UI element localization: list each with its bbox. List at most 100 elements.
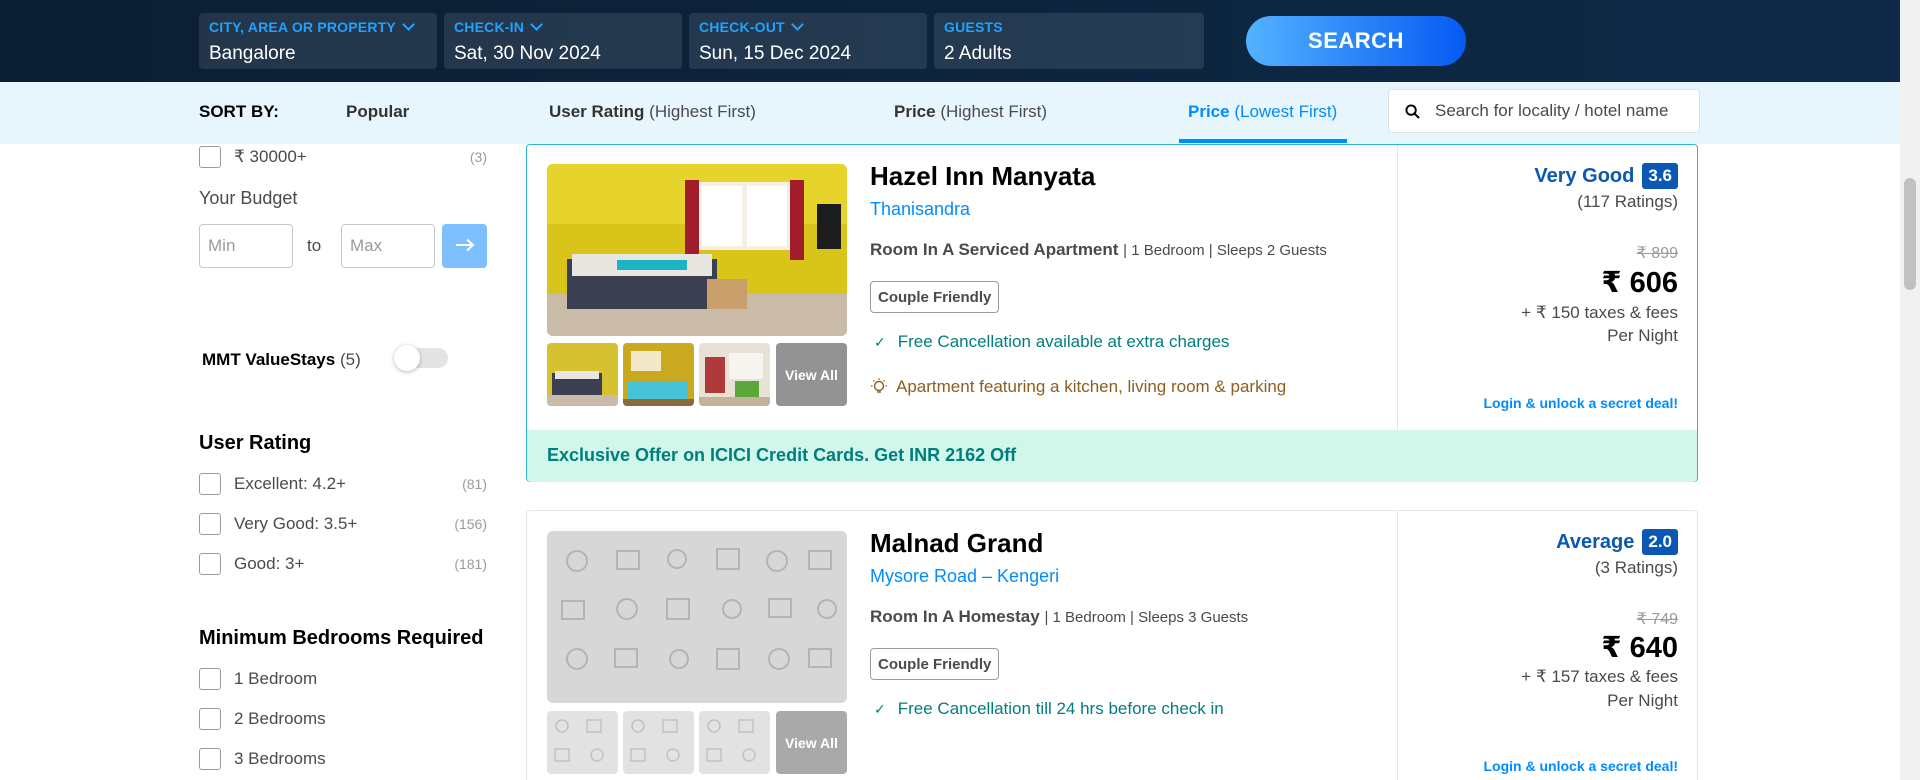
rating-count: (3 Ratings) bbox=[1594, 558, 1678, 577]
sort-price-high[interactable]: Price (Highest First) bbox=[894, 102, 1047, 122]
active-sort-indicator bbox=[1179, 139, 1347, 143]
hotel-name[interactable]: Malnad Grand bbox=[870, 528, 1043, 559]
sort-popular[interactable]: Popular bbox=[346, 102, 409, 122]
rating-text: Very Good bbox=[1534, 164, 1635, 187]
per-night-label: Per Night bbox=[1607, 326, 1678, 345]
hotel-location-link[interactable]: Mysore Road – Kengeri bbox=[870, 566, 1059, 587]
hotel-main-photo[interactable] bbox=[547, 164, 847, 336]
filter-rating-very-good[interactable]: Very Good: 3.5+ (156) bbox=[199, 513, 487, 535]
page-scrollbar[interactable] bbox=[1900, 0, 1920, 780]
sort-user-rating[interactable]: User Rating (Highest First) bbox=[549, 102, 756, 122]
bedrooms-title: Minimum Bedrooms Required bbox=[199, 627, 484, 649]
rating-count: (117 Ratings) bbox=[1577, 192, 1678, 211]
search-header: CITY, AREA OR PROPERTY Bangalore CHECK-I… bbox=[0, 0, 1900, 82]
checkout-value: Sun, 15 Dec 2024 bbox=[699, 43, 852, 64]
locality-search-box bbox=[1388, 89, 1700, 133]
hotel-thumbnail-placeholder[interactable] bbox=[623, 711, 694, 774]
original-price: ₹ 749 bbox=[1636, 611, 1678, 628]
rating-row: Very Good 3.6 bbox=[1534, 163, 1678, 189]
user-rating-title: User Rating bbox=[199, 432, 312, 454]
property-highlight: Apartment featuring a kitchen, living ro… bbox=[870, 377, 1286, 397]
checkbox[interactable] bbox=[199, 553, 221, 575]
chevron-down-icon bbox=[530, 18, 543, 31]
original-price: ₹ 899 bbox=[1636, 245, 1678, 262]
search-button[interactable]: SEARCH bbox=[1246, 16, 1466, 66]
checkin-field[interactable]: CHECK-IN Sat, 30 Nov 2024 bbox=[444, 13, 682, 69]
check-icon: ✓ bbox=[874, 700, 886, 717]
filter-rating-good[interactable]: Good: 3+ (181) bbox=[199, 553, 487, 575]
budget-apply-button[interactable] bbox=[442, 224, 487, 268]
rating-badge: 3.6 bbox=[1642, 163, 1678, 189]
guests-field[interactable]: GUESTS 2 Adults bbox=[934, 13, 1204, 69]
checkbox[interactable] bbox=[199, 473, 221, 495]
checkbox[interactable] bbox=[199, 748, 221, 770]
cancellation-feature: ✓ Free Cancellation till 24 hrs before ch… bbox=[874, 699, 1224, 718]
cancellation-feature: ✓ Free Cancellation available at extra ch… bbox=[874, 332, 1230, 351]
room-details: | 1 Bedroom | Sleeps 3 Guests bbox=[1044, 609, 1249, 626]
price-section: Average 2.0 (3 Ratings) ₹ 749 ₹ 640 + ₹ … bbox=[1398, 511, 1698, 780]
filter-price-30000[interactable]: ₹ 30000+ (3) bbox=[199, 146, 487, 168]
checkbox[interactable] bbox=[199, 668, 221, 690]
per-night-label: Per Night bbox=[1607, 691, 1678, 710]
chevron-down-icon bbox=[402, 18, 415, 31]
rating-row: Average 2.0 bbox=[1556, 529, 1678, 555]
search-icon bbox=[1405, 104, 1420, 119]
sort-by-label: SORT BY: bbox=[199, 102, 279, 121]
hotel-card[interactable]: View All Hazel Inn Manyata Thanisandra R… bbox=[526, 144, 1698, 482]
checkbox[interactable] bbox=[199, 513, 221, 535]
view-all-photos-button[interactable]: View All bbox=[776, 343, 847, 406]
rating-badge: 2.0 bbox=[1642, 529, 1678, 555]
discounted-price: ₹ 606 bbox=[1601, 267, 1678, 299]
chevron-down-icon bbox=[790, 18, 804, 31]
filter-bedrooms-2[interactable]: 2 Bedrooms bbox=[199, 708, 487, 730]
city-label: CITY, AREA OR PROPERTY bbox=[209, 19, 396, 35]
hotel-name[interactable]: Hazel Inn Manyata bbox=[870, 161, 1095, 192]
room-details: | 1 Bedroom | Sleeps 2 Guests bbox=[1123, 242, 1327, 259]
hotel-thumbnail[interactable] bbox=[547, 343, 618, 406]
mmt-valuestays-label: MMT ValueStays (5) bbox=[202, 350, 361, 369]
mmt-valuestays-toggle[interactable] bbox=[394, 345, 448, 371]
hotel-main-photo-placeholder[interactable] bbox=[547, 531, 847, 703]
room-type: Room In A Serviced Apartment | 1 Bedroom… bbox=[870, 240, 1327, 259]
rating-text: Average bbox=[1556, 530, 1635, 553]
discounted-price: ₹ 640 bbox=[1601, 632, 1678, 664]
taxes-fees: + ₹ 157 taxes & fees bbox=[1521, 667, 1678, 686]
filter-bedrooms-1[interactable]: 1 Bedroom bbox=[199, 668, 487, 690]
guests-label: GUESTS bbox=[944, 19, 1003, 35]
toggle-knob bbox=[394, 345, 420, 371]
locality-search-input[interactable] bbox=[1435, 90, 1695, 132]
couple-friendly-tag: Couple Friendly bbox=[870, 281, 1000, 313]
hotel-location-link[interactable]: Thanisandra bbox=[870, 199, 970, 220]
checkout-label: CHECK-OUT bbox=[699, 19, 785, 35]
checkbox[interactable] bbox=[199, 146, 221, 168]
login-deal-link[interactable]: Login & unlock a secret deal! bbox=[1484, 758, 1679, 774]
budget-max-input[interactable] bbox=[341, 224, 435, 268]
checkin-value: Sat, 30 Nov 2024 bbox=[454, 43, 601, 64]
filter-rating-excellent[interactable]: Excellent: 4.2+ (81) bbox=[199, 473, 487, 495]
checkin-label: CHECK-IN bbox=[454, 19, 525, 35]
login-deal-link[interactable]: Login & unlock a secret deal! bbox=[1484, 395, 1679, 411]
city-value: Bangalore bbox=[209, 43, 296, 64]
lightbulb-icon bbox=[871, 378, 887, 393]
exclusive-offer-banner[interactable]: Exclusive Offer on ICICI Credit Cards. G… bbox=[527, 430, 1697, 482]
city-field[interactable]: CITY, AREA OR PROPERTY Bangalore bbox=[199, 13, 437, 69]
room-type: Room In A Homestay | 1 Bedroom | Sleeps … bbox=[870, 607, 1249, 626]
hotel-thumbnail-placeholder[interactable] bbox=[699, 711, 770, 774]
hotel-thumbnail[interactable] bbox=[623, 343, 694, 406]
hotel-thumbnail-placeholder[interactable] bbox=[547, 711, 618, 774]
couple-friendly-tag: Couple Friendly bbox=[870, 648, 1000, 680]
filter-bedrooms-3[interactable]: 3 Bedrooms bbox=[199, 748, 487, 770]
scrollbar-thumb[interactable] bbox=[1904, 178, 1916, 290]
hotel-thumbnail[interactable] bbox=[699, 343, 770, 406]
checkbox[interactable] bbox=[199, 708, 221, 730]
check-icon: ✓ bbox=[874, 333, 886, 350]
arrow-right-icon bbox=[455, 238, 474, 251]
view-all-photos-button[interactable]: View All bbox=[776, 711, 847, 774]
checkout-field[interactable]: CHECK-OUT Sun, 15 Dec 2024 bbox=[689, 13, 927, 69]
price-section: Very Good 3.6 (117 Ratings) ₹ 899 ₹ 606 … bbox=[1398, 145, 1698, 430]
taxes-fees: + ₹ 150 taxes & fees bbox=[1521, 303, 1678, 322]
sort-price-low[interactable]: Price (Lowest First) bbox=[1188, 102, 1337, 122]
budget-min-input[interactable] bbox=[199, 224, 293, 268]
hotel-card[interactable]: View All Malnad Grand Mysore Road – Keng… bbox=[526, 510, 1698, 780]
budget-to-label: to bbox=[307, 236, 322, 255]
